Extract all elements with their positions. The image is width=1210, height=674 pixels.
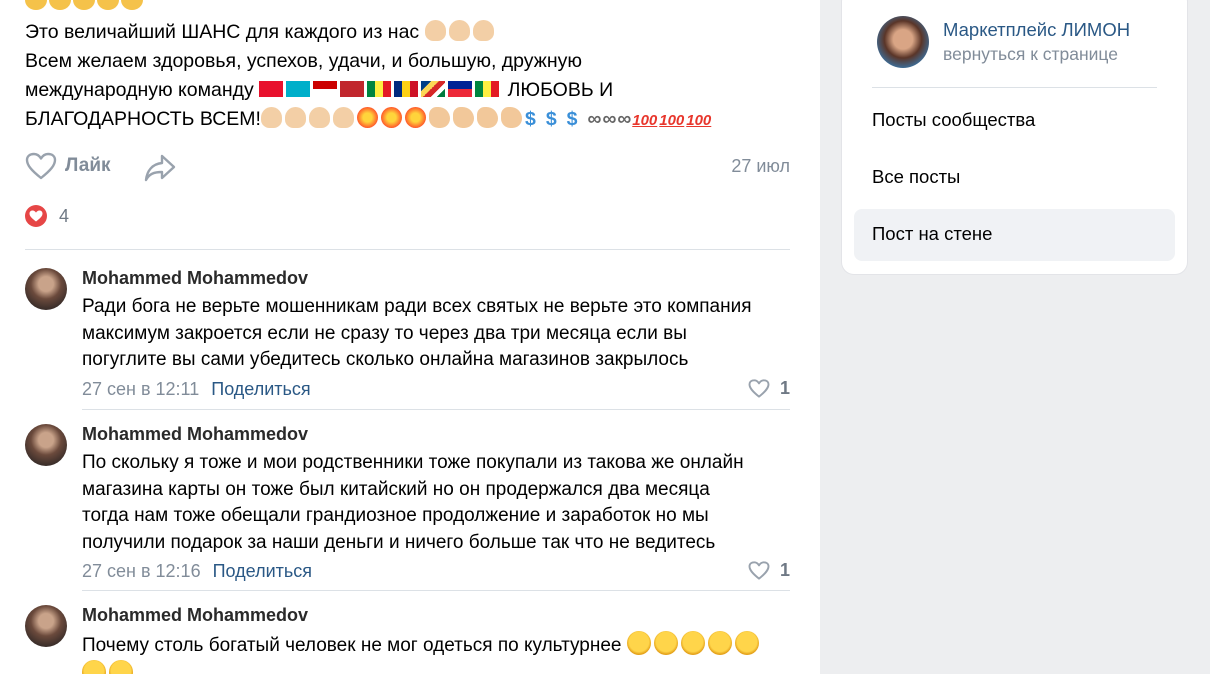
divider <box>25 249 790 250</box>
comment-like-count: 1 <box>779 378 790 398</box>
flexed-biceps-icon <box>476 107 498 128</box>
share-link[interactable]: Поделиться <box>213 561 312 582</box>
comment: Mohammed Mohammedov По скольку я тоже и … <box>25 424 790 586</box>
menu-item-all-posts[interactable]: Все посты <box>854 152 1175 204</box>
heart-outline-icon <box>748 561 770 580</box>
rofl-icon <box>734 631 759 655</box>
top-emoji-row <box>25 0 145 12</box>
rofl-icon <box>109 659 133 674</box>
menu-item-community-posts[interactable]: Посты сообщества <box>854 95 1175 147</box>
likes-summary[interactable]: 4 <box>25 205 69 227</box>
comment-text: По скольку я тоже и мои родственники тож… <box>82 452 744 553</box>
rofl-icon <box>82 659 106 674</box>
thumbs-up-icon <box>332 107 354 128</box>
post-date[interactable]: 27 июл <box>731 156 790 177</box>
flag-icon <box>259 81 284 97</box>
comment-like-count: 1 <box>779 560 790 580</box>
dollar-icon: $ <box>524 108 536 130</box>
community-link[interactable]: Маркетплейс ЛИМОН вернуться к странице <box>877 16 1130 68</box>
post-text-line: Всем желаем здоровья, успехов, удачи, и … <box>25 50 582 72</box>
community-avatar[interactable] <box>877 16 929 68</box>
infinity-icon: ∞ <box>587 108 602 130</box>
thumbs-up-icon <box>424 20 446 41</box>
post-column: Это величайший ШАНС для каждого из нас В… <box>0 0 820 674</box>
comment-like-button[interactable]: 1 <box>748 560 790 581</box>
like-label: Лайк <box>65 155 111 176</box>
comment-meta: 27 сен в 12:16 Поделиться <box>82 561 312 582</box>
avatar[interactable] <box>25 424 67 466</box>
flag-icon <box>448 81 473 97</box>
flag-icon <box>475 81 500 97</box>
divider <box>82 590 790 591</box>
collision-icon <box>380 107 402 128</box>
comment-text-line: Почему столь богатый человек не мог одет… <box>82 631 787 660</box>
comment-author[interactable]: Mohammed Mohammedov <box>82 605 308 626</box>
back-to-page-link[interactable]: вернуться к странице <box>943 42 1130 66</box>
thumbs-up-icon <box>260 107 282 128</box>
flags-row <box>259 79 507 101</box>
post-text-line: БЛАГОДАРНОСТЬ ВСЕМ! $ $ $ ∞ ∞ ∞ 100 100 100 <box>25 105 805 134</box>
flag-icon <box>340 81 365 97</box>
dollar-icon: $ <box>545 108 557 130</box>
flexed-biceps-icon <box>500 107 522 128</box>
likes-count: 4 <box>59 205 70 226</box>
infinity-icon: ∞ <box>602 108 616 130</box>
comment-author[interactable]: Mohammed Mohammedov <box>82 268 308 289</box>
rofl-icon <box>626 631 651 655</box>
hundred-points-icon: 100 <box>632 112 658 129</box>
heart-filled-icon <box>25 205 47 227</box>
heart-outline-icon <box>748 379 770 398</box>
comment: Mohammed Mohammedov Ради бога не верьте … <box>25 268 790 403</box>
avatar[interactable] <box>25 268 67 310</box>
collision-icon <box>404 107 426 128</box>
community-panel: Маркетплейс ЛИМОН вернуться к странице П… <box>842 0 1187 274</box>
flag-icon <box>394 81 419 97</box>
dollar-icon: $ <box>566 108 578 130</box>
collision-icon <box>356 107 378 128</box>
flag-icon <box>367 81 392 97</box>
share-link[interactable]: Поделиться <box>211 379 310 400</box>
like-button[interactable]: Лайк <box>25 152 111 180</box>
post-text: Это величайший ШАНС для каждого из нас В… <box>25 18 805 134</box>
divider <box>82 409 790 410</box>
rofl-icon <box>680 631 705 655</box>
community-name[interactable]: Маркетплейс ЛИМОН <box>943 18 1130 42</box>
comment: Mohammed Mohammedov Почему столь богатый… <box>25 605 790 674</box>
flag-icon <box>421 81 446 97</box>
comment-text: Почему столь богатый человек не мог одет… <box>82 631 787 674</box>
post-text-line: международную команду ЛЮБОВЬ И <box>25 79 614 101</box>
divider <box>872 87 1157 88</box>
share-arrow-icon <box>144 154 176 182</box>
heart-outline-icon <box>25 152 57 180</box>
rofl-icon <box>653 631 678 655</box>
avatar[interactable] <box>25 605 67 647</box>
thumbs-up-icon <box>448 20 470 41</box>
thumbs-up-icon <box>472 20 494 41</box>
flag-icon <box>286 81 311 97</box>
infinity-icon: ∞ <box>617 108 631 130</box>
post-text-line: Это величайший ШАНС для каждого из нас <box>25 18 805 47</box>
share-button[interactable] <box>143 153 177 188</box>
flexed-biceps-icon <box>452 107 474 128</box>
comment-time[interactable]: 27 сен в 12:11 <box>82 379 199 400</box>
comment-text: Ради бога не верьте мошенникам ради всех… <box>82 296 752 370</box>
menu-item-wall-post[interactable]: Пост на стене <box>854 209 1175 261</box>
hundred-points-icon: 100 <box>686 112 712 129</box>
flexed-biceps-icon <box>428 107 450 128</box>
flag-icon <box>313 81 338 97</box>
hundred-points-icon: 100 <box>659 112 685 129</box>
comment-like-button[interactable]: 1 <box>748 378 790 399</box>
comment-time[interactable]: 27 сен в 12:16 <box>82 561 201 582</box>
comment-text-line <box>82 659 787 674</box>
thumbs-up-icon <box>284 107 306 128</box>
post-actions: Лайк 27 июл <box>25 150 790 186</box>
rofl-icon <box>707 631 732 655</box>
comment-meta: 27 сен в 12:11 Поделиться <box>82 379 311 400</box>
comment-author[interactable]: Mohammed Mohammedov <box>82 424 308 445</box>
thumbs-up-icon <box>308 107 330 128</box>
